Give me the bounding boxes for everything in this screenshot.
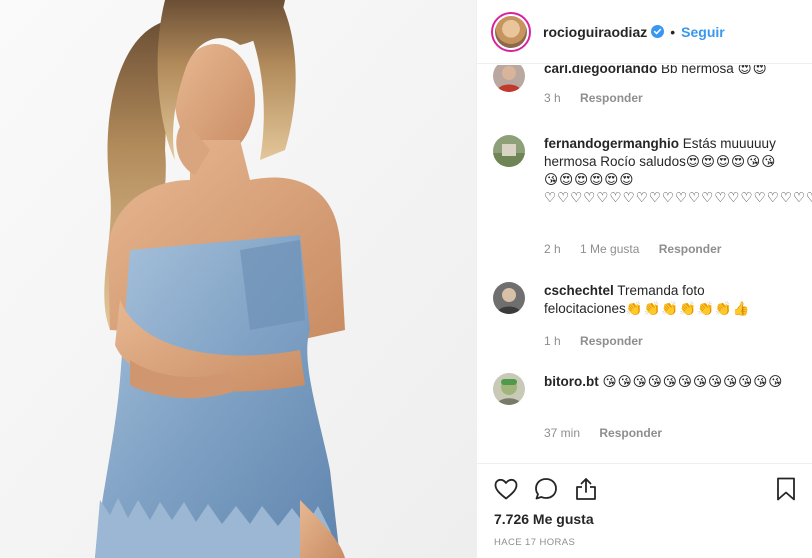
verified-badge-icon [651,25,665,38]
comment-likes[interactable]: 1 Me gusta [580,242,639,256]
comment-body: fernandogermanghio Estás muuuuuy hermosa… [544,135,812,207]
reply-button[interactable]: Responder [599,426,662,440]
share-icon[interactable] [573,476,599,502]
reply-button[interactable]: Responder [580,91,643,105]
comment-icon[interactable] [533,476,559,502]
comment-time: 2 h [544,242,561,256]
comment-time: 3 h [544,91,561,105]
comment-body: bitoro.bt 😘😘😘😘😘😘😘😘😘😘😘😘 [544,373,784,391]
comments-list[interactable]: carl.diegoorlando Bb hermosa 😍😍 3 h Resp… [477,65,812,463]
comment-username[interactable]: carl.diegoorlando [544,65,657,76]
post-image [0,0,476,558]
comment-avatar[interactable] [493,373,525,405]
comment-meta: 3 h Responder [544,91,659,105]
bookmark-icon[interactable] [773,476,799,502]
post-actions: 7.726 Me gusta HACE 17 HORAS [477,463,812,558]
comment-body: carl.diegoorlando Bb hermosa 😍😍 [544,65,784,78]
likes-count[interactable]: 7.726 Me gusta [494,511,594,527]
comment-username[interactable]: fernandogermanghio [544,136,679,151]
comment-text: Bb hermosa [657,65,738,76]
comment-meta: 37 min Responder [544,426,678,440]
post-photo[interactable] [0,0,476,558]
reply-button[interactable]: Responder [580,334,643,348]
post-header: rocioguiraodiaz • Seguir [477,0,812,64]
comment-meta: 1 h Responder [544,334,659,348]
separator-dot: • [670,23,676,40]
author-username[interactable]: rocioguiraodiaz [543,24,647,40]
post-timestamp[interactable]: HACE 17 HORAS [494,537,575,548]
comment-username[interactable]: bitoro.bt [544,374,599,389]
comment-meta: 2 h 1 Me gusta Responder [544,242,737,256]
comment-emoji: 😘😘😘😘😘😘😘😘😘😘😘😘 [602,374,784,389]
comment-time: 37 min [544,426,581,440]
heart-icon[interactable] [493,476,519,502]
author-avatar[interactable] [491,11,531,52]
comment-username[interactable]: cschechtel [544,283,614,298]
comment-emoji: 😍😍 [737,65,768,76]
follow-button[interactable]: Seguir [681,24,725,40]
comment-emoji: 👏👏👏👏👏👏👍 [625,301,751,316]
comment-avatar[interactable] [493,65,525,92]
post-panel: rocioguiraodiaz • Seguir carl.diegoorlan… [476,0,812,558]
comment-avatar[interactable] [493,135,525,167]
reply-button[interactable]: Responder [659,242,722,256]
comment-avatar[interactable] [493,282,525,314]
comment-body: cschechtel Tremanda foto felocitaciones👏… [544,282,784,318]
comment-time: 1 h [544,334,561,348]
